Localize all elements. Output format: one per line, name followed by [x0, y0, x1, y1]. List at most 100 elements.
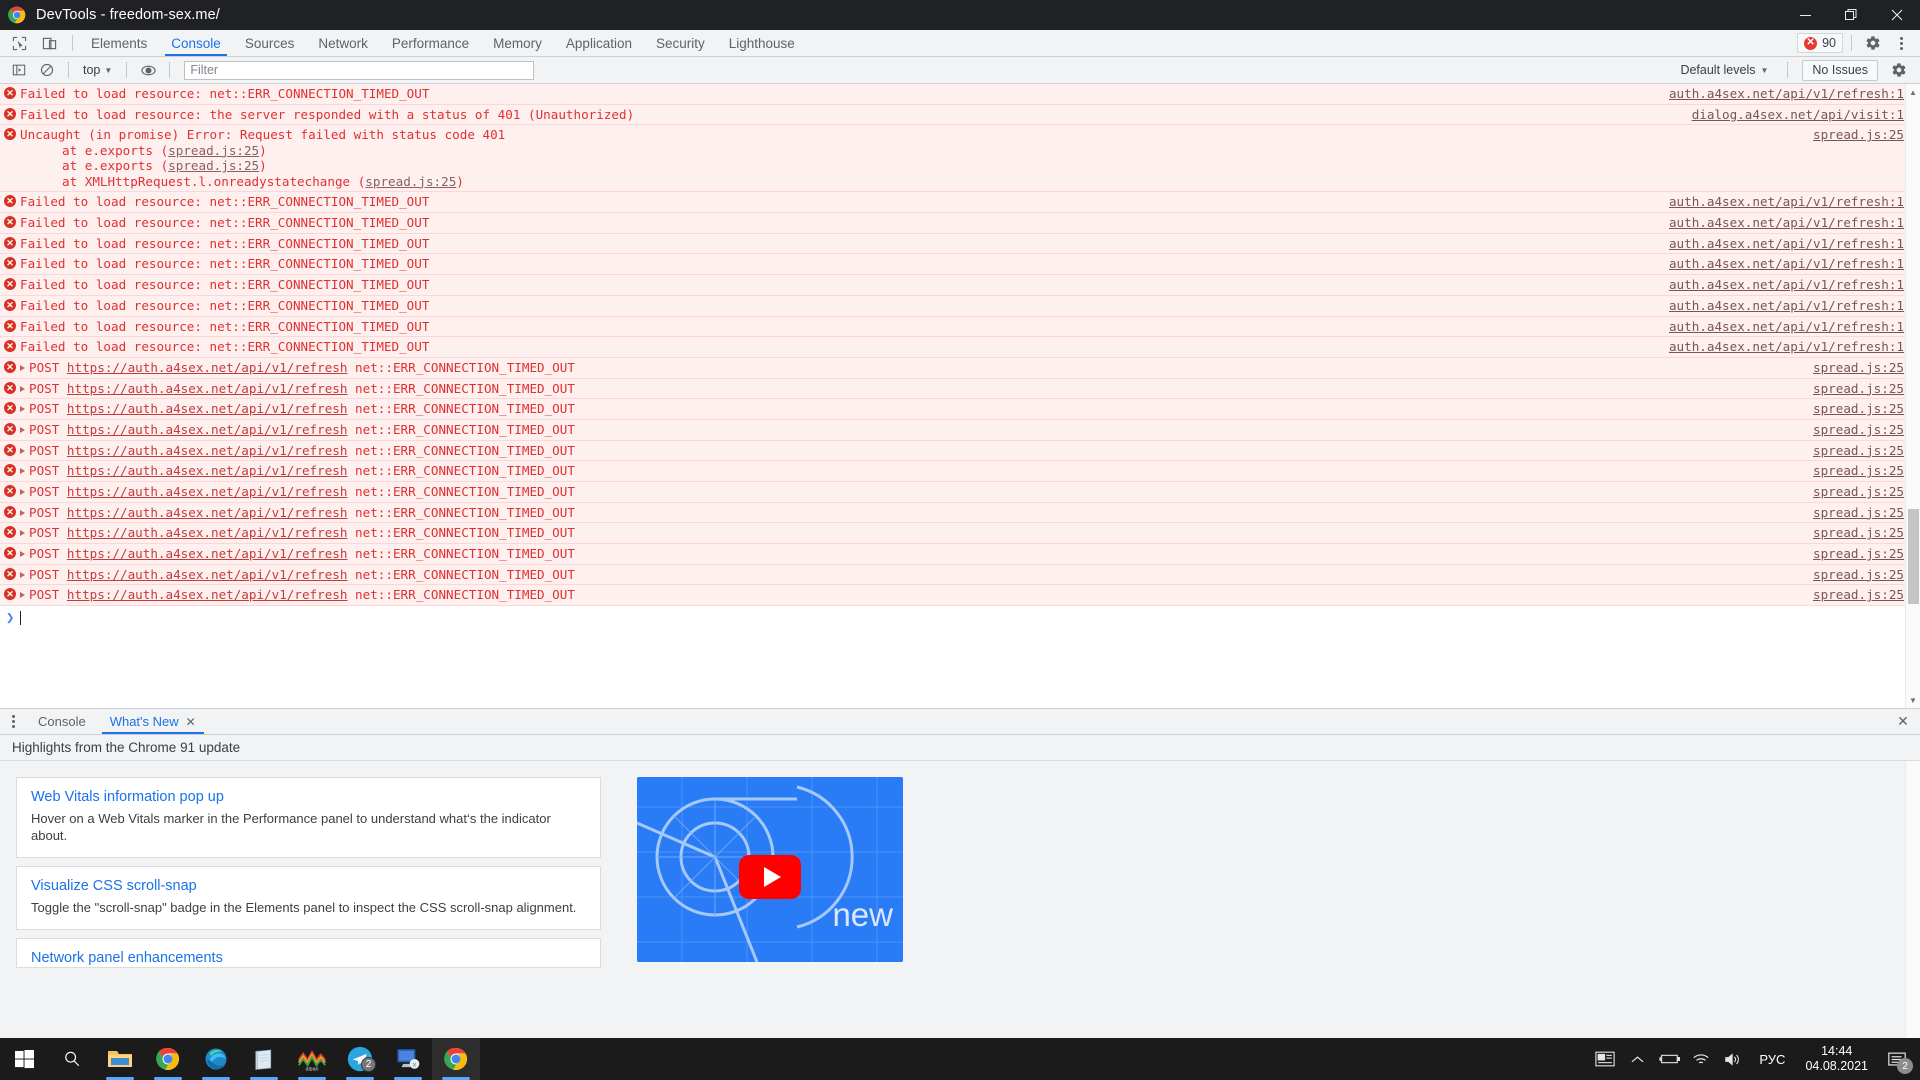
console-prompt[interactable]: ❯: [0, 606, 1920, 631]
console-network-error-row[interactable]: ✕ POST https://auth.a4sex.net/api/v1/refr…: [0, 440, 1920, 462]
taskbar-chrome[interactable]: [144, 1038, 192, 1080]
tab-application[interactable]: Application: [554, 30, 644, 56]
taskbar-file-explorer[interactable]: [96, 1038, 144, 1080]
execution-context-selector[interactable]: top ▼: [77, 59, 118, 81]
notification-center-button[interactable]: 2: [1878, 1038, 1916, 1080]
drawer-close-button[interactable]: ✕: [1886, 709, 1920, 734]
tab-elements[interactable]: Elements: [79, 30, 159, 56]
request-url-link[interactable]: https://auth.a4sex.net/api/v1/refresh: [67, 567, 348, 582]
expand-triangle-icon[interactable]: [20, 489, 25, 495]
error-count-badge[interactable]: ✕ 90: [1797, 33, 1843, 53]
expand-triangle-icon[interactable]: [20, 385, 25, 392]
console-network-error-row[interactable]: ✕ POST https://auth.a4sex.net/api/v1/refr…: [0, 357, 1920, 379]
taskbar-remote-desktop[interactable]: x: [384, 1038, 432, 1080]
tab-security[interactable]: Security: [644, 30, 717, 56]
request-url-link[interactable]: https://auth.a4sex.net/api/v1/refresh: [67, 422, 348, 437]
console-message-row[interactable]: ✕ Failed to load resource: net::ERR_CONNE…: [0, 84, 1920, 105]
request-url-link[interactable]: https://auth.a4sex.net/api/v1/refresh: [67, 360, 348, 375]
request-url-link[interactable]: https://auth.a4sex.net/api/v1/refresh: [67, 525, 348, 540]
expand-triangle-icon[interactable]: [20, 592, 25, 599]
console-network-error-row[interactable]: ✕ POST https://auth.a4sex.net/api/v1/refr…: [0, 502, 1920, 524]
taskbar-notepad[interactable]: [240, 1038, 288, 1080]
drawer-more-icon[interactable]: [0, 709, 26, 734]
message-source-link[interactable]: spread.js:25: [1813, 401, 1904, 417]
message-source-link[interactable]: spread.js:25: [1813, 567, 1904, 583]
battery-icon[interactable]: [1653, 1038, 1685, 1080]
stack-frame-link[interactable]: spread.js:25: [365, 174, 456, 189]
close-icon[interactable]: ✕: [186, 716, 196, 728]
stack-frame-link[interactable]: spread.js:25: [168, 143, 259, 158]
message-source-link[interactable]: auth.a4sex.net/api/v1/refresh:1: [1669, 319, 1904, 335]
message-source-link[interactable]: spread.js:25: [1813, 463, 1904, 479]
request-url-link[interactable]: https://auth.a4sex.net/api/v1/refresh: [67, 401, 348, 416]
console-network-error-row[interactable]: ✕ POST https://auth.a4sex.net/api/v1/refr…: [0, 523, 1920, 545]
message-source-link[interactable]: spread.js:25: [1813, 422, 1904, 438]
console-network-error-row[interactable]: ✕ POST https://auth.a4sex.net/api/v1/refr…: [0, 564, 1920, 586]
scrollbar-thumb[interactable]: [1908, 509, 1919, 604]
taskbar-edge[interactable]: [192, 1038, 240, 1080]
youtube-play-button-icon[interactable]: [739, 854, 801, 899]
console-message-row[interactable]: ✕ Failed to load resource: net::ERR_CONNE…: [0, 316, 1920, 338]
wifi-icon[interactable]: [1685, 1038, 1717, 1080]
inspect-element-icon[interactable]: [6, 31, 32, 55]
whats-new-card[interactable]: Network panel enhancements: [16, 938, 601, 968]
more-vertical-icon[interactable]: [1888, 31, 1914, 55]
tab-console[interactable]: Console: [159, 30, 233, 56]
drawer-tab-console[interactable]: Console: [26, 709, 98, 734]
message-source-link[interactable]: auth.a4sex.net/api/v1/refresh:1: [1669, 86, 1904, 102]
expand-triangle-icon[interactable]: [20, 406, 25, 413]
console-network-error-row[interactable]: ✕ POST https://auth.a4sex.net/api/v1/refr…: [0, 544, 1920, 565]
search-button[interactable]: [48, 1038, 96, 1080]
start-button[interactable]: [0, 1038, 48, 1080]
expand-triangle-icon[interactable]: [20, 530, 25, 537]
console-message-row[interactable]: ✕ Failed to load resource: net::ERR_CONNE…: [0, 295, 1920, 317]
whats-new-card-title[interactable]: Web Vitals information pop up: [31, 789, 586, 805]
console-message-row[interactable]: ✕ Failed to load resource: net::ERR_CONNE…: [0, 213, 1920, 234]
expand-triangle-icon[interactable]: [20, 447, 25, 454]
taskbar-telegram[interactable]: 2: [336, 1038, 384, 1080]
drawer-tab-whats-new[interactable]: What's New ✕: [98, 709, 208, 734]
whats-new-video-thumbnail[interactable]: new: [637, 777, 903, 962]
request-url-link[interactable]: https://auth.a4sex.net/api/v1/refresh: [67, 443, 348, 458]
taskbar-alpari[interactable]: alpari: [288, 1038, 336, 1080]
tab-performance[interactable]: Performance: [380, 30, 481, 56]
whats-new-card[interactable]: Web Vitals information pop up Hover on a …: [16, 777, 601, 858]
message-source-link[interactable]: spread.js:25: [1813, 484, 1904, 500]
scroll-up-arrow-icon[interactable]: ▲: [1906, 84, 1920, 100]
console-network-error-row[interactable]: ✕ POST https://auth.a4sex.net/api/v1/refr…: [0, 585, 1920, 607]
tab-lighthouse[interactable]: Lighthouse: [717, 30, 807, 56]
request-url-link[interactable]: https://auth.a4sex.net/api/v1/refresh: [67, 505, 348, 520]
device-toolbar-icon[interactable]: [36, 31, 62, 55]
whats-new-card-title[interactable]: Network panel enhancements: [31, 950, 586, 966]
volume-icon[interactable]: [1717, 1038, 1749, 1080]
expand-triangle-icon[interactable]: [20, 551, 25, 558]
console-network-error-row[interactable]: ✕ POST https://auth.a4sex.net/api/v1/refr…: [0, 378, 1920, 400]
request-url-link[interactable]: https://auth.a4sex.net/api/v1/refresh: [67, 546, 348, 561]
message-source-link[interactable]: spread.js:25: [1813, 443, 1904, 459]
message-source-link[interactable]: auth.a4sex.net/api/v1/refresh:1: [1669, 339, 1904, 355]
whats-new-card-title[interactable]: Visualize CSS scroll-snap: [31, 878, 586, 894]
expand-triangle-icon[interactable]: [20, 468, 25, 475]
request-url-link[interactable]: https://auth.a4sex.net/api/v1/refresh: [67, 381, 348, 396]
whats-new-card[interactable]: Visualize CSS scroll-snap Toggle the "scr…: [16, 866, 601, 930]
tab-memory[interactable]: Memory: [481, 30, 554, 56]
message-source-link[interactable]: spread.js:25: [1813, 587, 1904, 603]
message-source-link[interactable]: spread.js:25: [1813, 505, 1904, 521]
expand-triangle-icon[interactable]: [20, 571, 25, 578]
message-source-link[interactable]: auth.a4sex.net/api/v1/refresh:1: [1669, 298, 1904, 314]
show-hidden-icons-icon[interactable]: [1621, 1038, 1653, 1080]
expand-triangle-icon[interactable]: [20, 509, 25, 516]
stack-frame-link[interactable]: spread.js:25: [168, 158, 259, 173]
console-message-row[interactable]: ✕ Uncaught (in promise) Error: Request fa…: [0, 125, 1920, 193]
minimize-button[interactable]: [1782, 0, 1828, 30]
filter-input[interactable]: [184, 60, 535, 80]
log-level-selector[interactable]: Default levels ▼: [1675, 59, 1773, 81]
message-source-link[interactable]: auth.a4sex.net/api/v1/refresh:1: [1669, 194, 1904, 210]
news-and-interests-icon[interactable]: [1589, 1038, 1621, 1080]
issues-button[interactable]: No Issues: [1802, 59, 1878, 81]
drawer-scrollbar[interactable]: [1905, 761, 1920, 1038]
message-source-link[interactable]: spread.js:25: [1813, 381, 1904, 397]
console-message-row[interactable]: ✕ Failed to load resource: the server res…: [0, 104, 1920, 126]
message-source-link[interactable]: spread.js:25: [1813, 360, 1904, 376]
clear-console-icon[interactable]: [34, 58, 60, 82]
